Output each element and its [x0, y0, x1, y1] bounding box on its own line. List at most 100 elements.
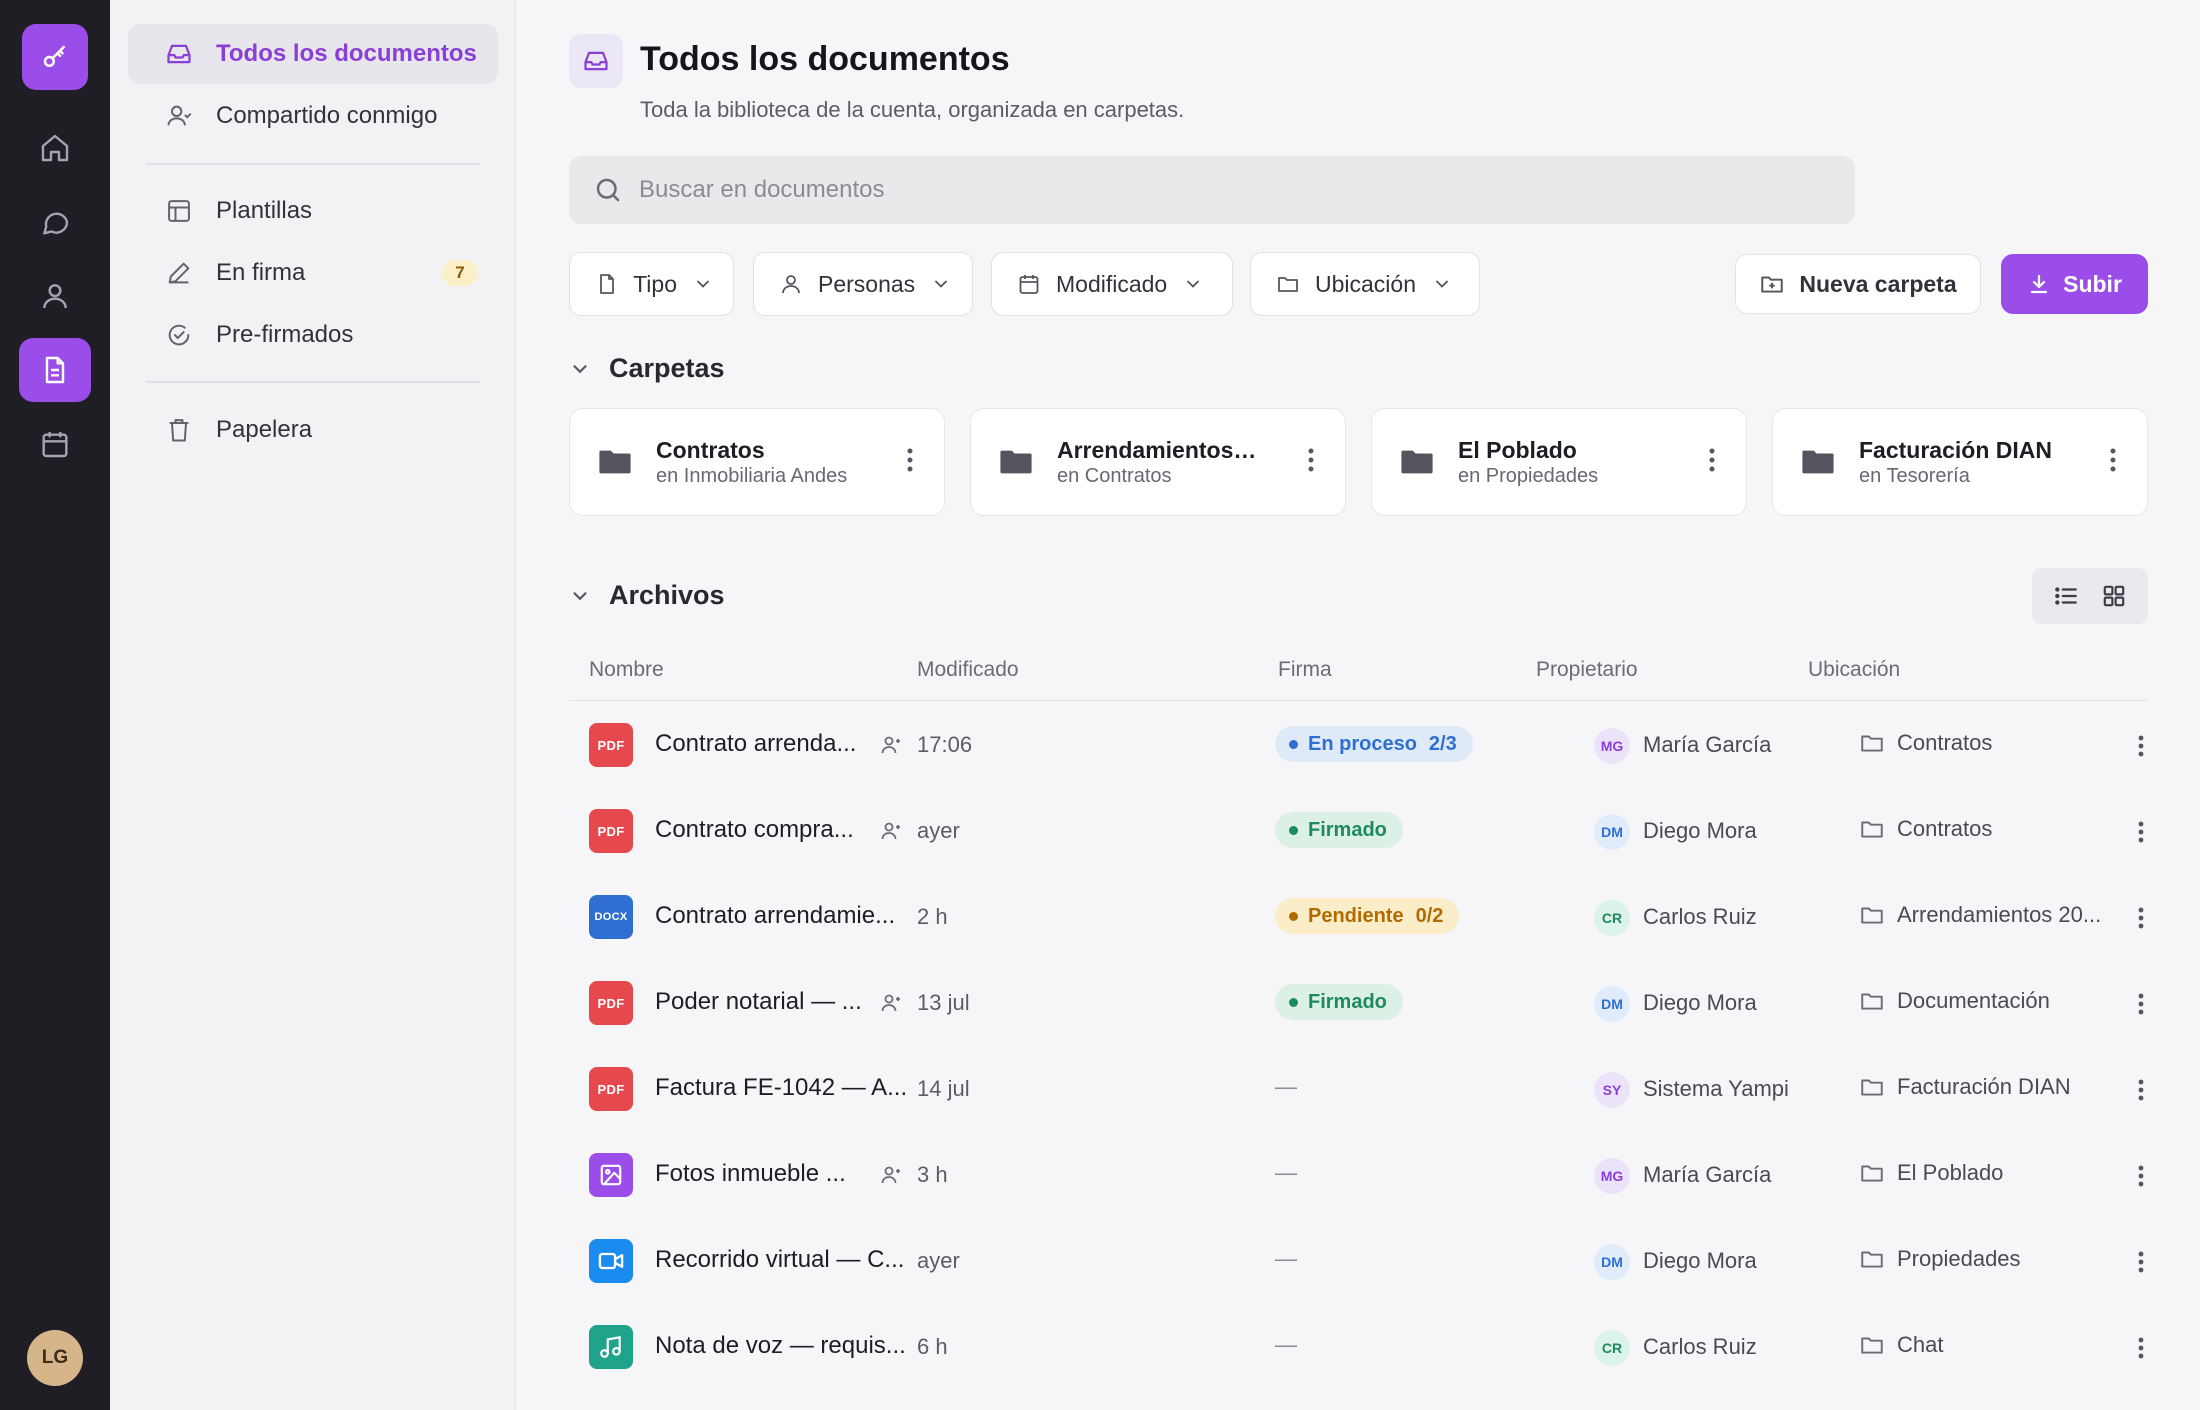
folders-section-header[interactable]: Carpetas [569, 353, 725, 384]
more-vertical-icon[interactable] [2137, 1250, 2145, 1274]
docx-file-icon: DOCX [589, 895, 633, 939]
file-name[interactable]: Poder notarial — ... [655, 988, 862, 1016]
shared-user-icon [879, 991, 903, 1015]
calendar-icon[interactable] [19, 412, 91, 476]
sidebar-item-trash[interactable]: Papelera [128, 400, 498, 460]
more-vertical-icon[interactable] [2137, 734, 2145, 758]
key-logo-icon[interactable] [22, 24, 88, 90]
folder-location: en Propiedades [1458, 465, 1599, 487]
table-row[interactable]: Nota de voz — requis... 6 h — CR Carlos Ruiz… [569, 1304, 2148, 1390]
audio-file-icon [589, 1325, 633, 1369]
owner-name: María García [1643, 732, 1772, 757]
grid-view-icon[interactable] [2101, 583, 2127, 609]
more-vertical-icon[interactable] [2137, 992, 2145, 1016]
column-header-owner[interactable]: Propietario [1536, 658, 1638, 682]
owner-avatar: DM [1594, 1244, 1630, 1280]
sidebar-item-templates[interactable]: Plantillas [128, 181, 498, 241]
folder-icon [1859, 730, 1897, 756]
folder-name: Facturación DIAN [1859, 437, 2052, 463]
folder-icon [1275, 271, 1301, 297]
search-input[interactable] [639, 176, 1789, 204]
sidebar-divider [146, 163, 480, 165]
more-vertical-icon[interactable] [1708, 447, 1716, 473]
filter-type[interactable]: Tipo [569, 252, 734, 316]
more-vertical-icon[interactable] [2137, 820, 2145, 844]
owner-avatar: SY [1594, 1072, 1630, 1108]
file-location[interactable]: Contratos [1859, 816, 1992, 842]
file-location[interactable]: El Poblado [1859, 1160, 2003, 1186]
file-location-label: Contratos [1897, 816, 1993, 841]
folder-location: en Tesorería [1859, 465, 1970, 487]
check-circle-icon [164, 320, 194, 350]
new-folder-button[interactable]: Nueva carpeta [1735, 254, 1981, 314]
table-row[interactable]: PDF Poder notarial — ... 13 jul Firmado DM Di… [569, 960, 2148, 1046]
chat-icon[interactable] [19, 190, 91, 254]
filter-label: Ubicación [1315, 270, 1416, 297]
list-view-icon[interactable] [2053, 583, 2079, 609]
folder-card[interactable]: El Poblado en Propiedades [1371, 408, 1747, 516]
pdf-file-icon: PDF [589, 981, 633, 1025]
file-name[interactable]: Fotos inmueble ... [655, 1160, 846, 1188]
upload-button[interactable]: Subir [2001, 254, 2148, 314]
more-vertical-icon[interactable] [2137, 906, 2145, 930]
file-location[interactable]: Propiedades [1859, 1246, 2021, 1272]
filter-modified[interactable]: Modificado [991, 252, 1233, 316]
file-location[interactable]: Chat [1859, 1332, 1943, 1358]
more-vertical-icon[interactable] [2137, 1164, 2145, 1188]
sidebar-item-all-documents[interactable]: Todos los documentos [128, 24, 498, 84]
filter-location[interactable]: Ubicación [1250, 252, 1480, 316]
file-location[interactable]: Documentación [1859, 988, 2050, 1014]
filter-people[interactable]: Personas [753, 252, 973, 316]
table-row[interactable]: Fotos inmueble ... 3 h — MG María García El P… [569, 1132, 2148, 1218]
owner-name: Diego Mora [1643, 1248, 1757, 1273]
files-section-header[interactable]: Archivos [569, 580, 725, 611]
more-vertical-icon[interactable] [2137, 1336, 2145, 1360]
contacts-icon[interactable] [19, 264, 91, 328]
sidebar-item-in-signature[interactable]: En firma 7 [128, 243, 498, 303]
file-location[interactable]: Arrendamientos 20... [1859, 902, 2101, 928]
table-row[interactable]: PDF Factura FE-1042 — A... 14 jul — SY Sistem… [569, 1046, 2148, 1132]
page-title: Todos los documentos [640, 40, 1010, 78]
column-header-signature[interactable]: Firma [1278, 658, 1332, 682]
pdf-file-icon: PDF [589, 1067, 633, 1111]
table-row[interactable]: PDF Contrato arrenda... 17:06 En proceso 2/3… [569, 702, 2148, 788]
view-toggle [2032, 568, 2148, 624]
home-icon[interactable] [19, 116, 91, 180]
folder-location: en Inmobiliaria Andes [656, 465, 848, 487]
table-row[interactable]: DOCX Contrato arrendamie... 2 h Pendiente 0/… [569, 874, 2148, 960]
user-avatar[interactable]: LG [27, 1330, 83, 1386]
folder-card[interactable]: Facturación DIAN en Tesorería [1772, 408, 2148, 516]
column-header-name[interactable]: Nombre [589, 658, 664, 682]
table-row[interactable]: Recorrido virtual — C... ayer — DM Diego Mor… [569, 1218, 2148, 1304]
folder-card[interactable]: Contratos en Inmobiliaria Andes [569, 408, 945, 516]
file-location[interactable]: Facturación DIAN [1859, 1074, 2071, 1100]
search-bar[interactable] [569, 156, 1855, 224]
inbox-icon [569, 34, 623, 88]
column-header-location[interactable]: Ubicación [1808, 658, 1900, 682]
table-row[interactable]: PDF Contrato compra... ayer Firmado DM Diego … [569, 788, 2148, 874]
file-location[interactable]: Contratos [1859, 730, 1992, 756]
more-vertical-icon[interactable] [1307, 447, 1315, 473]
search-icon [593, 175, 623, 205]
file-name[interactable]: Factura FE-1042 — A... [655, 1074, 907, 1102]
chevron-down-icon [569, 585, 591, 607]
owner-name: Diego Mora [1643, 818, 1757, 843]
file-name[interactable]: Contrato arrenda... [655, 730, 856, 758]
more-vertical-icon[interactable] [2137, 1078, 2145, 1102]
modified-time: ayer [917, 1248, 960, 1273]
folder-card[interactable]: Arrendamientos 2024 en Contratos [970, 408, 1346, 516]
folder-icon [1859, 1074, 1897, 1100]
file-name[interactable]: Nota de voz — requis... [655, 1332, 906, 1360]
file-name[interactable]: Recorrido virtual — C... [655, 1246, 904, 1274]
file-name[interactable]: Contrato arrendamie... [655, 902, 895, 930]
section-title: Carpetas [609, 353, 725, 383]
file-name[interactable]: Contrato compra... [655, 816, 854, 844]
more-vertical-icon[interactable] [906, 447, 914, 473]
sidebar-item-shared-with-me[interactable]: Compartido conmigo [128, 86, 498, 146]
sidebar-item-pre-signed[interactable]: Pre-firmados [128, 305, 498, 365]
shared-user-icon [879, 733, 903, 757]
more-vertical-icon[interactable] [2109, 447, 2117, 473]
documents-icon[interactable] [19, 338, 91, 402]
column-header-modified[interactable]: Modificado [917, 658, 1019, 682]
chevron-down-icon [1183, 274, 1203, 294]
